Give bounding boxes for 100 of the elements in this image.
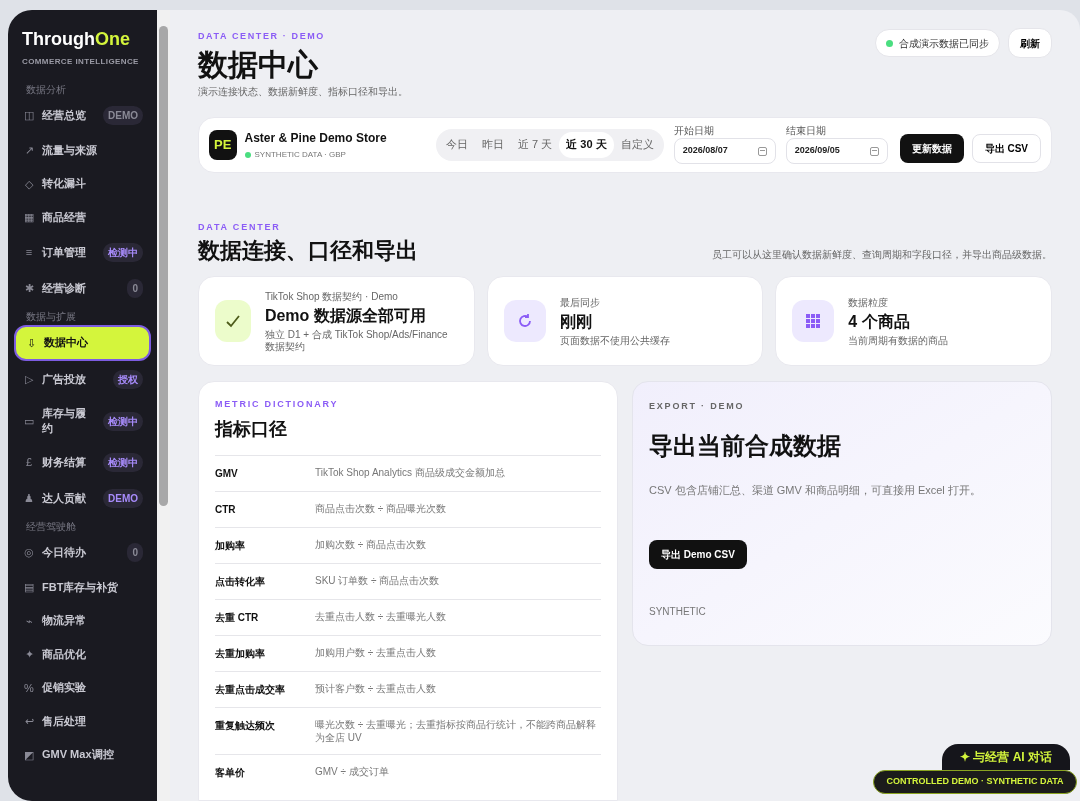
menu-icon: ↗ xyxy=(22,142,36,159)
sidebar-item[interactable]: ✦ 商品优化 xyxy=(14,638,151,671)
sidebar-badge: 授权 xyxy=(113,370,143,389)
sidebar-item-label: 物流异常 xyxy=(42,613,87,629)
sidebar-item-label: 商品优化 xyxy=(42,646,87,662)
stat-caption: 页面数据不使用公共缓存 xyxy=(559,335,670,347)
sidebar-item[interactable]: ▦ 商品经营 xyxy=(14,201,151,234)
sidebar-item-label: GMV Max调控 xyxy=(42,747,115,763)
menu-icon: ◎ xyxy=(22,544,36,561)
sidebar-item-label: 流量与来源 xyxy=(42,142,98,158)
update-button[interactable]: 更新数据 xyxy=(899,134,964,163)
section-note: 员工可以从这里确认数据新鲜度、查询周期和字段口径，并导出商品级数据。 xyxy=(712,248,1052,262)
menu-icon: ✱ xyxy=(22,279,36,297)
metric-definition: 曝光次数 ÷ 去重曝光；去重指标按商品行统计，不能跨商品解释为全店 UV xyxy=(315,717,598,744)
sidebar-item[interactable]: ◫ 经营总览 DEMO xyxy=(14,98,151,133)
ai-chat-button[interactable]: ✦ 与经营 AI 对话 xyxy=(942,744,1070,770)
menu-icon: ▷ xyxy=(22,371,36,388)
range-tab[interactable]: 昨日 xyxy=(475,131,512,158)
metric-name: CTR xyxy=(215,502,237,517)
sidebar-badge: DEMO xyxy=(103,106,143,125)
date-label: 开始日期 xyxy=(673,125,715,136)
export-csv-button[interactable]: 导出 CSV xyxy=(971,134,1041,163)
sidebar-item-label: 经营诊断 xyxy=(42,280,87,296)
sidebar-item[interactable]: ✱ 经营诊断 0 xyxy=(14,270,151,306)
stat-label: TikTok Shop 数据契约 · Demo xyxy=(264,290,399,304)
export-description: CSV 包含店铺汇总、渠道 GMV 和商品明细，可直接用 Excel 打开。 xyxy=(649,482,982,498)
stat-label: 数据粒度 xyxy=(848,296,890,310)
sidebar-group-label: 数据分析 xyxy=(25,84,67,96)
metric-definition: GMV ÷ 成交订单 xyxy=(315,764,389,778)
sidebar-item[interactable]: ◇ 转化漏斗 xyxy=(14,167,151,200)
calendar-icon xyxy=(757,146,767,156)
menu-icon: ⌁ xyxy=(22,612,36,629)
sidebar-item[interactable]: ⇩ 数据中心 xyxy=(14,324,151,361)
metric-definition: 预计客户数 ÷ 去重点击人数 xyxy=(315,681,437,695)
metric-name: GMV xyxy=(215,466,239,481)
eyebrow: METRIC DICTIONARY xyxy=(215,398,340,411)
store-meta: SYNTHETIC DATA · GBP xyxy=(254,148,346,161)
grid-icon xyxy=(792,300,835,342)
menu-icon: ◇ xyxy=(22,175,36,192)
metric-definition: 加购次数 ÷ 商品点击次数 xyxy=(315,537,427,551)
page-subtitle: 演示连接状态、数据新鲜度、指标口径和导出。 xyxy=(198,84,408,99)
sidebar-group-label: 数据与扩展 xyxy=(25,310,77,323)
card-title: 导出当前合成数据 xyxy=(649,430,842,461)
menu-icon: ✦ xyxy=(22,646,36,663)
sidebar-item-label: 经营总览 xyxy=(42,108,87,123)
menu-icon: % xyxy=(22,679,36,696)
check-icon xyxy=(215,300,251,342)
sidebar-item[interactable]: ▤ FBT库存与补货 xyxy=(14,571,151,604)
sidebar-item-label: 数据中心 xyxy=(44,335,89,351)
eyebrow: EXPORT · DEMO xyxy=(649,400,746,413)
sidebar-badge: 0 xyxy=(127,278,143,298)
sidebar-item[interactable]: ⌁ 物流异常 xyxy=(14,604,151,637)
metric-definition: 加购用户数 ÷ 去重点击人数 xyxy=(315,645,437,659)
sidebar-item-label: 财务结算 xyxy=(42,455,87,470)
range-tab[interactable]: 今日 xyxy=(439,131,476,158)
metric-definition: 去重点击人数 ÷ 去重曝光人数 xyxy=(315,609,447,623)
date-field[interactable]: 2026/09/05 xyxy=(785,138,888,164)
menu-icon: ▤ xyxy=(22,579,36,596)
metric-definition: 商品点击次数 ÷ 商品曝光次数 xyxy=(315,501,447,515)
sidebar-item[interactable]: ↩ 售后处理 xyxy=(14,705,151,738)
range-tab[interactable]: 近 30 天 xyxy=(559,131,614,158)
refresh-button[interactable]: 刷新 xyxy=(1008,28,1052,58)
sidebar-item-label: 今日待办 xyxy=(42,545,87,560)
stat-value: Demo 数据源全部可用 xyxy=(264,306,427,326)
sidebar-item[interactable]: £ 财务结算 检测中 xyxy=(14,445,151,480)
metric-name: 点击转化率 xyxy=(215,574,266,589)
scrollbar[interactable] xyxy=(157,10,170,801)
stat-value: 刚刚 xyxy=(559,312,593,332)
sidebar-item-label: 订单管理 xyxy=(42,244,87,260)
sidebar-item[interactable]: ▷ 广告投放 授权 xyxy=(14,362,151,397)
date-field[interactable]: 2026/08/07 xyxy=(673,138,776,164)
menu-icon: £ xyxy=(22,454,36,471)
sidebar-badge: 检测中 xyxy=(103,453,143,472)
stat-caption: 独立 D1 + 合成 TikTok Shop/Ads/Finance 数据契约 xyxy=(264,329,449,353)
metric-name: 去重点击成交率 xyxy=(215,682,286,697)
sidebar-group-label: 经营驾驶舱 xyxy=(25,521,77,533)
sidebar-item[interactable]: ↗ 流量与来源 xyxy=(14,134,151,167)
menu-icon: ◩ xyxy=(22,746,36,763)
sidebar-item[interactable]: ◎ 今日待办 0 xyxy=(14,535,151,570)
sidebar-item[interactable]: ♟ 达人贡献 DEMO xyxy=(14,481,151,516)
sidebar-item-label: 售后处理 xyxy=(42,713,87,729)
stat-label: 最后同步 xyxy=(559,296,601,310)
stat-caption: 当前周期有数据的商品 xyxy=(848,335,949,347)
demo-badge: CONTROLLED DEMO · SYNTHETIC DATA xyxy=(873,770,1077,794)
page-title: 数据中心 xyxy=(198,46,319,83)
sidebar-badge: 0 xyxy=(127,543,143,562)
sidebar-item[interactable]: ≡ 订单管理 检测中 xyxy=(14,234,151,270)
sidebar-item[interactable]: % 促销实验 xyxy=(14,671,151,704)
sidebar-item-label: 转化漏斗 xyxy=(42,176,87,192)
export-footer: SYNTHETIC xyxy=(649,604,1035,619)
menu-icon: ≡ xyxy=(22,243,36,261)
export-demo-csv-button[interactable]: 导出 Demo CSV xyxy=(649,540,747,569)
sidebar-item[interactable]: ◩ GMV Max调控 xyxy=(14,738,151,771)
menu-icon: ▭ xyxy=(22,412,36,430)
sidebar-item-label: 促销实验 xyxy=(42,680,87,696)
range-tab[interactable]: 自定义 xyxy=(613,131,661,158)
metric-name: 去重 CTR xyxy=(215,610,260,625)
range-tab[interactable]: 近 7 天 xyxy=(511,131,560,158)
store-avatar: PE xyxy=(209,129,237,160)
brand-tagline: COMMERCE INTELLIGENCE xyxy=(21,56,140,68)
